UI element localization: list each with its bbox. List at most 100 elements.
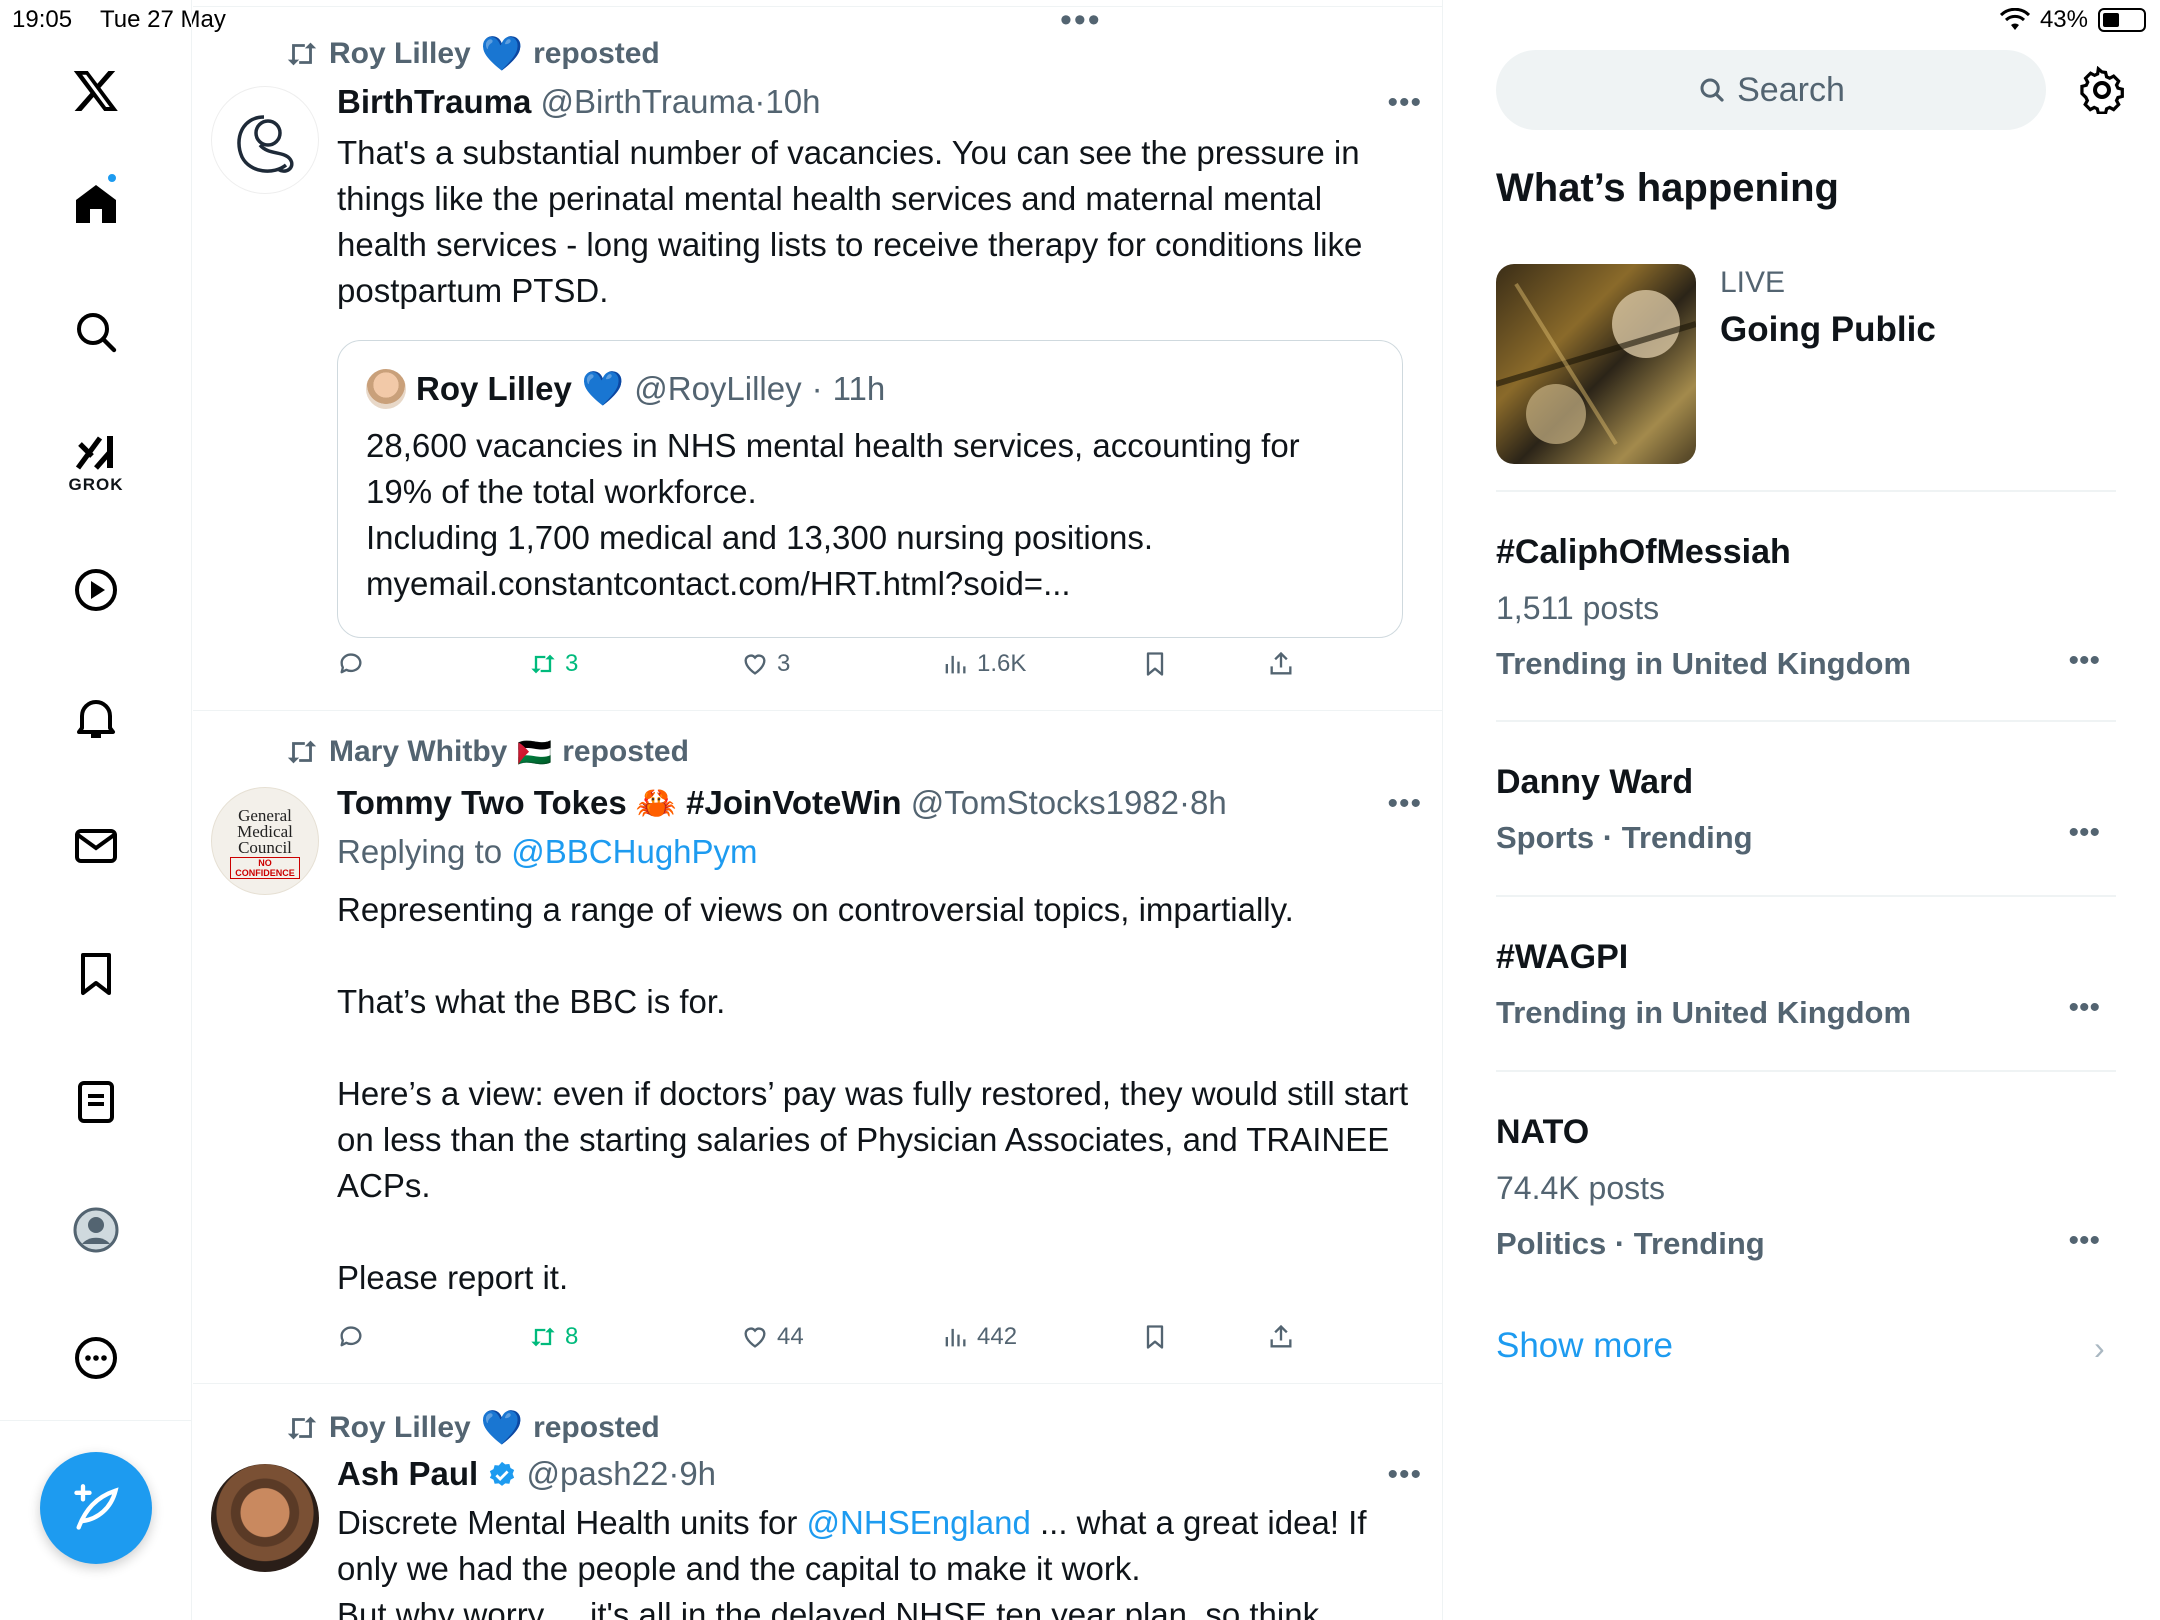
post-more-button[interactable]: ••• <box>1387 787 1422 821</box>
author-name[interactable]: BirthTrauma <box>337 83 531 120</box>
post-time[interactable]: 10h <box>765 83 820 120</box>
replying-to-label: Replying to <box>337 833 503 870</box>
trend-more-button[interactable]: ••• <box>2068 991 2100 1025</box>
reply-mention-link[interactable]: @BBCHughPym <box>511 833 757 870</box>
quote-line: Including 1,700 medical and 13,300 nursi… <box>366 519 1154 556</box>
post-time[interactable]: 9h <box>679 1455 716 1492</box>
repost-indicator: Roy Lilley 💙 reposted <box>285 1408 660 1448</box>
like-button[interactable]: 3 <box>741 650 790 678</box>
reply-button[interactable] <box>337 650 365 678</box>
repost-count: 8 <box>565 1323 579 1350</box>
quote-text: 28,600 vacancies in NHS mental health se… <box>366 423 1374 607</box>
wifi-icon <box>1999 8 2030 30</box>
video-icon[interactable] <box>60 554 132 626</box>
post-paragraph: Representing a range of views on controv… <box>337 891 1294 928</box>
separator-dot: · <box>668 1455 680 1492</box>
avatar-text: NO <box>258 858 272 868</box>
trend-count: 74.4K posts <box>1496 1170 1665 1206</box>
reply-button[interactable] <box>337 1323 365 1351</box>
bookmark-icon[interactable] <box>60 938 132 1010</box>
home-icon[interactable] <box>60 168 132 240</box>
trend-item[interactable]: #WAGPI Trending in United Kingdom ••• <box>1496 935 2116 1035</box>
trend-meta: Trending in United Kingdom <box>1496 646 1912 681</box>
avatar-text: CONFIDENCE <box>235 868 295 878</box>
separator-dot: · <box>1179 784 1191 821</box>
like-count: 3 <box>777 650 791 677</box>
views-button[interactable]: 1.6K <box>941 650 1026 678</box>
repost-icon <box>287 1416 317 1440</box>
post-more-button[interactable]: ••• <box>1387 86 1422 120</box>
bell-icon[interactable] <box>60 682 132 754</box>
repost-button[interactable]: 8 <box>529 1323 578 1351</box>
trend-more-button[interactable]: ••• <box>2068 644 2100 678</box>
birthtrauma-logo-icon <box>237 115 294 173</box>
heart-icon <box>744 1327 766 1348</box>
left-nav: GROK <box>0 0 192 1620</box>
reposter-name[interactable]: Mary Whitby <box>329 735 507 769</box>
battery-icon <box>2098 8 2146 32</box>
post[interactable]: Mary Whitby 🇵🇸 reposted General Medical … <box>193 711 1442 1384</box>
repost-icon <box>287 740 317 764</box>
avatar-text: Council <box>238 838 292 857</box>
author-handle[interactable]: @pash22 <box>527 1455 669 1492</box>
compose-button[interactable] <box>40 1452 152 1564</box>
reply-icon <box>340 1326 362 1347</box>
mention-link[interactable]: @NHSEngland <box>807 1504 1031 1541</box>
post-text-cut: But why worry ... it's all in the delaye… <box>337 1596 1320 1620</box>
reposter-name[interactable]: Roy Lilley <box>329 1411 471 1445</box>
search-placeholder: Search <box>1737 70 1845 109</box>
avatar[interactable]: General Medical Council NO CONFIDENCE <box>211 787 319 895</box>
trend-more-button[interactable]: ••• <box>2068 816 2100 850</box>
author-handle[interactable]: @BirthTrauma <box>541 83 755 120</box>
lists-icon[interactable] <box>60 1066 132 1138</box>
share-button[interactable] <box>1267 650 1295 678</box>
post[interactable]: Roy Lilley 💙 reposted Ash Paul @pash22·9… <box>193 1384 1442 1620</box>
post-time[interactable]: 8h <box>1190 784 1227 821</box>
share-button[interactable] <box>1267 1323 1295 1351</box>
more-icon[interactable] <box>60 1322 132 1394</box>
reposter-emoji: 💙 <box>480 35 524 73</box>
live-event-image[interactable] <box>1496 264 1696 464</box>
live-title[interactable]: Going Public <box>1720 310 1936 350</box>
views-button[interactable]: 442 <box>941 1323 1017 1351</box>
view-count: 1.6K <box>977 650 1027 677</box>
verified-badge-icon <box>490 1461 515 1486</box>
trend-name: #CaliphOfMessiah <box>1496 533 1791 571</box>
divider <box>1496 895 2116 897</box>
author-name[interactable]: Tommy Two Tokes <box>337 784 627 821</box>
reposter-emoji: 🇵🇸 <box>517 736 553 768</box>
search-input[interactable]: Search <box>1496 50 2046 130</box>
compose-icon <box>74 1484 119 1530</box>
repost-button[interactable]: 3 <box>529 650 578 678</box>
post-text-segment: Discrete Mental Health units for <box>337 1504 807 1541</box>
post-actions: 8 44 442 <box>337 1323 1337 1363</box>
search-icon[interactable] <box>60 296 132 368</box>
avatar[interactable] <box>211 1464 319 1572</box>
quoted-post[interactable]: Roy Lilley 💙 @RoyLilley · 11h 28,600 vacan… <box>337 340 1403 638</box>
author-handle[interactable]: @TomStocks1982 <box>911 784 1179 821</box>
post-more-button[interactable]: ••• <box>1387 1458 1422 1492</box>
view-count: 442 <box>977 1323 1018 1350</box>
trend-meta: Trending in United Kingdom <box>1496 995 1912 1030</box>
post-text: That's a substantial number of vacancies… <box>337 134 1363 309</box>
mail-icon[interactable] <box>60 810 132 882</box>
quote-author-name: Roy Lilley <box>416 370 572 407</box>
gear-icon[interactable] <box>2078 66 2126 114</box>
trend-item[interactable]: Danny Ward Sports · Trending ••• <box>1496 760 2116 860</box>
post[interactable]: Roy Lilley 💙 reposted BirthTrauma @Birth… <box>193 0 1442 711</box>
avatar[interactable] <box>211 86 319 194</box>
quote-author-emoji: 💙 <box>581 370 625 408</box>
reposter-name[interactable]: Roy Lilley <box>329 37 471 71</box>
profile-icon[interactable] <box>60 1194 132 1266</box>
author-name[interactable]: Ash Paul <box>337 1455 478 1492</box>
bookmark-button[interactable] <box>1141 650 1169 678</box>
separator-dot: · <box>811 370 823 407</box>
trend-item[interactable]: #CaliphOfMessiah 1,511 posts Trending in… <box>1496 530 2116 686</box>
trend-item[interactable]: NATO 74.4K posts Politics · Trending ••• <box>1496 1110 2116 1266</box>
x-logo-icon[interactable] <box>60 54 132 126</box>
show-more-link[interactable]: Show more <box>1496 1326 1673 1366</box>
trend-more-button[interactable]: ••• <box>2068 1224 2100 1258</box>
post-paragraph: Here’s a view: even if doctors’ pay was … <box>337 1075 1409 1204</box>
bookmark-button[interactable] <box>1141 1323 1169 1351</box>
like-button[interactable]: 44 <box>741 1323 804 1351</box>
